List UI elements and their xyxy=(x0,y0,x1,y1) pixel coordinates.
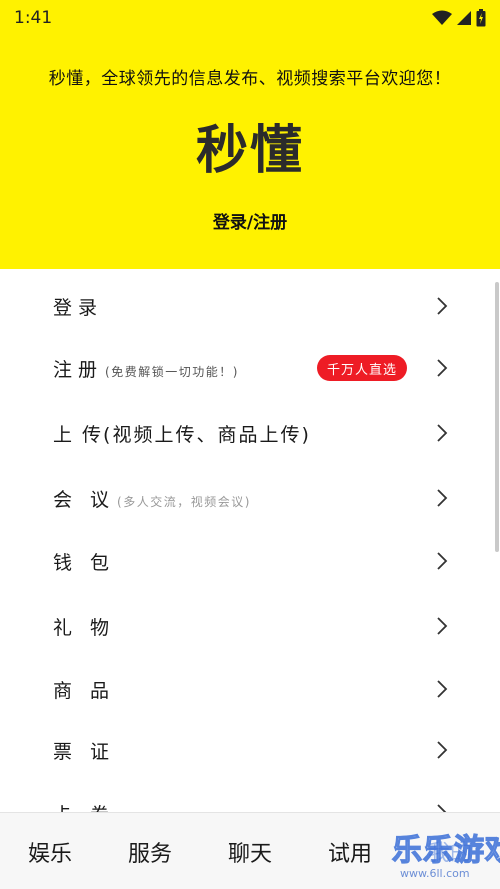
scrollbar[interactable] xyxy=(495,282,499,552)
menu-list: 登录 注册 (免费解锁一切功能！) 千万人直选 上 传(视频上传、商品上传) 会 … xyxy=(0,269,500,812)
chevron-right-icon xyxy=(437,617,448,635)
chevron-right-icon xyxy=(437,741,448,759)
watermark-url: www.6ll.com xyxy=(400,867,470,880)
menu-item-title: 注册 xyxy=(53,358,104,381)
tab-services[interactable]: 服务 xyxy=(100,813,200,889)
menu-item-label: 礼 物 xyxy=(53,616,116,639)
chevron-right-icon xyxy=(437,297,448,315)
watermark: 乐乐游戏 www.6ll.com xyxy=(391,825,500,885)
chevron-right-icon xyxy=(437,804,447,812)
menu-item-label: 商 品 xyxy=(53,679,116,702)
menu-item-subtitle: (免费解锁一切功能！) xyxy=(105,364,239,379)
menu-item-meeting[interactable]: 会 议 (多人交流，视频会议) xyxy=(0,466,490,530)
watermark-text: 乐乐游戏 xyxy=(391,832,500,868)
menu-item-upload[interactable]: 上 传(视频上传、商品上传) xyxy=(0,401,490,465)
menu-item-tickets[interactable]: 票 证 xyxy=(0,718,490,782)
bottom-tab-bar: 娱乐 服务 聊天 试用 我的 乐乐游戏 www.6ll.com xyxy=(0,812,500,889)
menu-item-label: 卡 卷 xyxy=(53,800,115,813)
menu-item-gift[interactable]: 礼 物 xyxy=(0,594,490,658)
brand-logo: 秒懂 xyxy=(195,120,304,181)
menu-item-title: 会 议 xyxy=(53,488,116,511)
signal-icon xyxy=(457,11,471,25)
menu-item-label: 登录 xyxy=(53,296,104,319)
menu-item-label: 会 议 (多人交流，视频会议) xyxy=(53,485,251,512)
status-time: 1:41 xyxy=(14,8,53,28)
menu-item-products[interactable]: 商 品 xyxy=(0,657,490,721)
tab-chat[interactable]: 聊天 xyxy=(200,813,300,889)
tab-trial[interactable]: 试用 xyxy=(300,813,400,889)
battery-icon xyxy=(476,9,486,27)
chevron-right-icon xyxy=(437,424,448,442)
menu-item-login[interactable]: 登录 xyxy=(0,274,490,338)
status-bar: 1:41 xyxy=(0,0,500,36)
chevron-right-icon xyxy=(437,552,448,570)
profile-header: 秒懂，全球领先的信息发布、视频搜索平台欢迎您！ 秒懂 登录/注册 xyxy=(0,36,500,269)
tab-entertainment[interactable]: 娱乐 xyxy=(0,813,100,889)
menu-item-register[interactable]: 注册 (免费解锁一切功能！) 千万人直选 xyxy=(0,336,490,400)
menu-item-label: 注册 (免费解锁一切功能！) xyxy=(53,355,239,382)
menu-item-label: 钱 包 xyxy=(53,551,116,574)
login-register-link[interactable]: 登录/注册 xyxy=(0,208,500,233)
wifi-icon xyxy=(432,10,452,25)
status-icons xyxy=(432,9,486,27)
menu-item-subtitle: (多人交流，视频会议) xyxy=(117,494,251,509)
welcome-text: 秒懂，全球领先的信息发布、视频搜索平台欢迎您！ xyxy=(48,69,452,89)
menu-item-label: 上 传(视频上传、商品上传) xyxy=(53,423,311,446)
menu-item-coupons[interactable]: 卡 卷 xyxy=(0,781,490,812)
chevron-right-icon xyxy=(437,489,448,507)
chevron-right-icon xyxy=(437,359,448,377)
chevron-right-icon xyxy=(437,680,448,698)
menu-item-wallet[interactable]: 钱 包 xyxy=(0,529,490,593)
promo-badge: 千万人直选 xyxy=(317,355,408,381)
menu-item-label: 票 证 xyxy=(53,740,116,763)
